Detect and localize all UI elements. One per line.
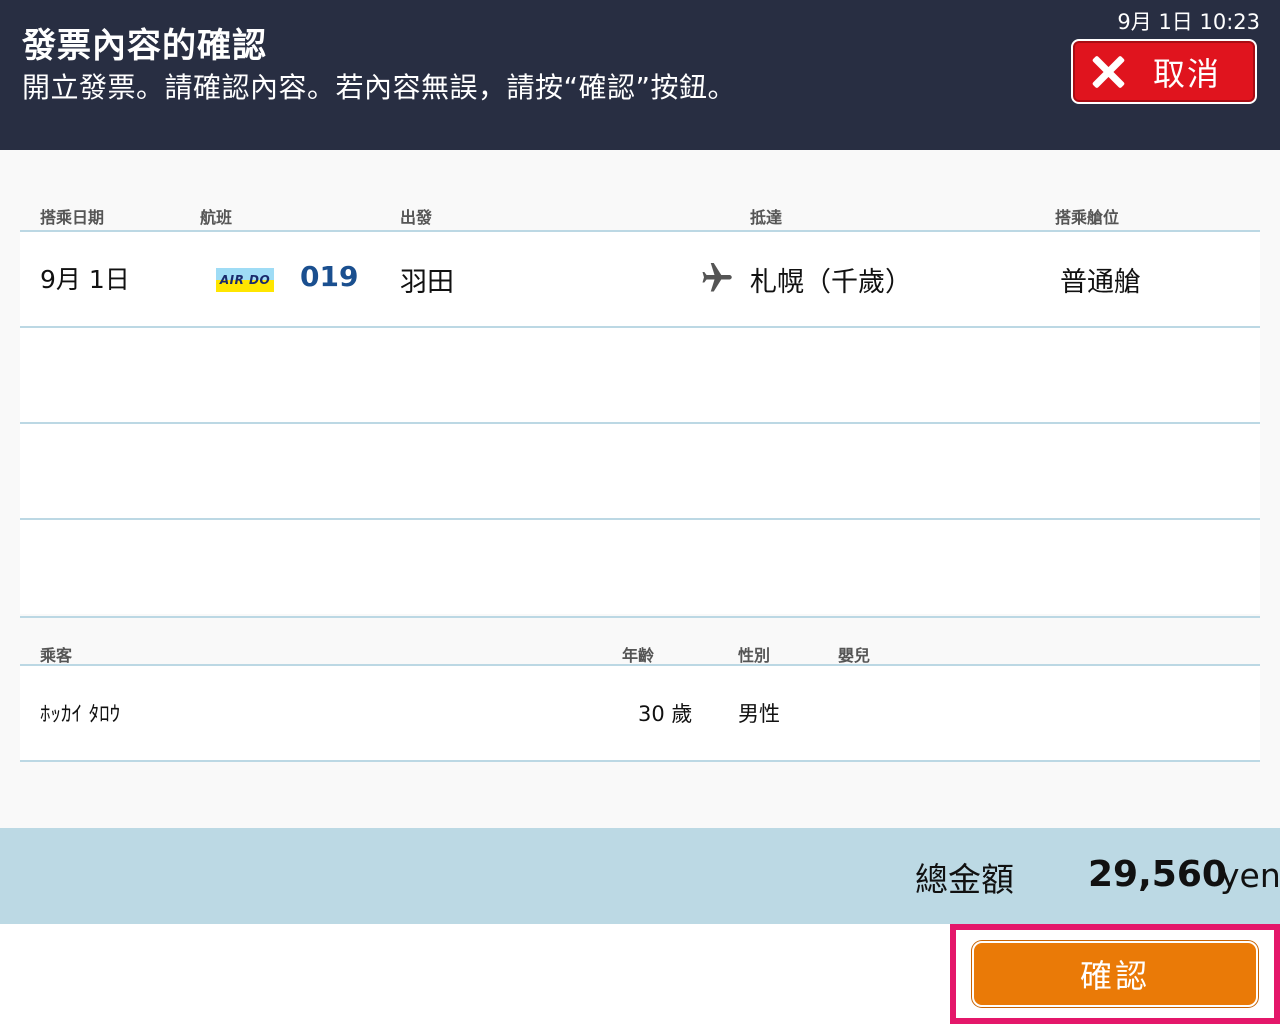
departure-airport: 羽田 xyxy=(400,267,454,298)
col-passenger: 乘客 xyxy=(40,646,73,665)
col-arrival: 抵達 xyxy=(750,208,783,227)
total-bar: 總金額 29,560 yen xyxy=(0,828,1280,924)
total-amount: 29,560 xyxy=(1088,854,1227,895)
clock: 9月 1日 10:23 xyxy=(1117,10,1260,34)
header-bar: 發票內容的確認 開立發票。請確認內容。若內容無誤，請按“確認”按鈕。 9月 1日… xyxy=(0,0,1280,150)
passenger-row: ﾎｯｶｲ ﾀﾛｳ 30 歲 男性 xyxy=(20,664,1260,762)
close-icon xyxy=(1091,55,1125,89)
flight-date: 9月 1日 xyxy=(40,265,130,294)
flight-table-header: 搭乘日期 航班 出發 抵達 搭乘艙位 xyxy=(20,200,1260,230)
col-date: 搭乘日期 xyxy=(40,208,105,227)
col-gender: 性別 xyxy=(738,646,771,665)
page-title: 發票內容的確認 xyxy=(22,26,267,66)
flight-row: 9月 1日 AIR DO 019 羽田 札幌（千歲） 普通艙 xyxy=(20,230,1260,326)
col-infant: 嬰兒 xyxy=(838,646,871,665)
flight-row-empty xyxy=(20,326,1260,422)
arrival-airport: 札幌（千歲） xyxy=(750,267,912,298)
total-unit: yen xyxy=(1220,856,1280,895)
seat-class: 普通艙 xyxy=(1060,267,1141,298)
passenger-name: ﾎｯｶｲ ﾀﾛｳ xyxy=(40,702,121,726)
cancel-button-label: 取消 xyxy=(1153,54,1222,93)
col-class: 搭乘艙位 xyxy=(1055,208,1120,227)
total-label: 總金額 xyxy=(915,860,1014,899)
flight-number: 019 xyxy=(300,260,359,293)
cancel-button[interactable]: 取消 xyxy=(1071,39,1257,104)
passenger-age: 30 歲 xyxy=(638,702,693,726)
confirm-button[interactable]: 確認 xyxy=(972,941,1258,1007)
flight-row-empty xyxy=(20,422,1260,518)
passenger-gender: 男性 xyxy=(738,702,780,726)
airplane-icon xyxy=(702,263,732,292)
airdo-logo: AIR DO xyxy=(216,268,274,292)
invoice-panel: 搭乘日期 航班 出發 抵達 搭乘艙位 9月 1日 AIR DO 019 羽田 札… xyxy=(0,150,1280,828)
col-age: 年齡 xyxy=(622,646,655,665)
page-subtitle: 開立發票。請確認內容。若內容無誤，請按“確認”按鈕。 xyxy=(22,71,737,104)
flight-row-empty xyxy=(20,518,1260,614)
col-flight: 航班 xyxy=(200,208,233,227)
passenger-table-header: 乘客 年齡 性別 嬰兒 xyxy=(20,616,1260,666)
col-departure: 出發 xyxy=(400,208,433,227)
